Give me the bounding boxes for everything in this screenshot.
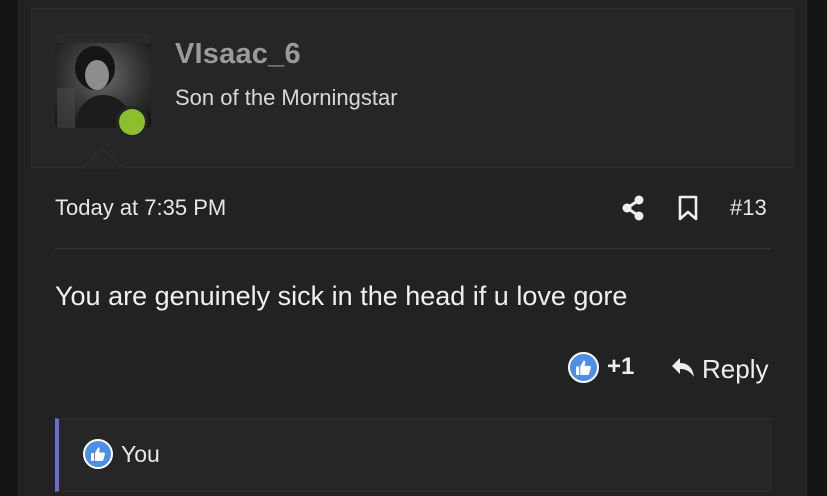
reply-label: Reply [702,353,769,384]
post-number-link[interactable]: #13 [730,195,767,221]
like-count: +1 [607,353,635,380]
reply-arrow-icon [670,355,696,384]
online-status-indicator [116,106,148,138]
thumbs-up-icon [568,351,599,383]
username[interactable]: VIsaac_6 [175,38,301,71]
thumbs-up-icon [83,439,113,469]
reactions-bar[interactable]: You [55,418,771,492]
reaction-users[interactable]: You [121,441,160,468]
post-header-divider [55,248,771,249]
post-timestamp[interactable]: Today at 7:35 PM [55,195,226,221]
share-icon[interactable] [620,194,646,222]
bookmark-icon[interactable] [677,195,699,222]
like-button[interactable]: +1 [568,350,634,384]
user-title: Son of the Morningstar [175,85,398,110]
reply-button[interactable]: Reply [670,352,768,386]
post-message: You are genuinely sick in the head if u … [55,281,628,311]
user-block-pointer-inner [82,150,124,169]
